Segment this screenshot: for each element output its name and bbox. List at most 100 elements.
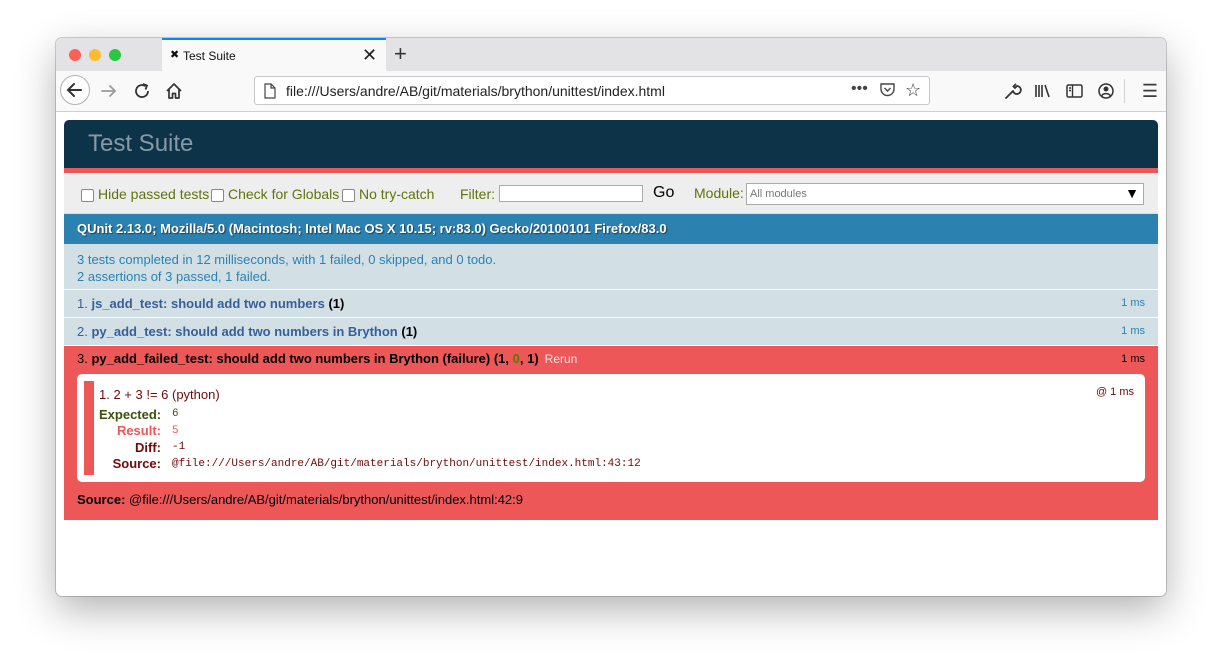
bookmark-star-icon[interactable]: ☆	[905, 80, 921, 101]
counts-separator: ,	[519, 351, 528, 366]
test-number: 2.	[77, 324, 92, 339]
page-icon	[264, 83, 276, 99]
diff-label: Diff:	[135, 439, 161, 455]
module-select[interactable]: All modules ▼	[746, 183, 1144, 205]
tab-title: Test Suite	[183, 49, 236, 63]
hide-passed-checkbox[interactable]	[81, 188, 94, 202]
go-button[interactable]: Go	[653, 184, 674, 202]
check-globals-label: Check for Globals	[228, 186, 340, 202]
failed-test-block: 3. py_add_failed_test: should add two nu…	[64, 346, 1158, 520]
minimize-window-button[interactable]	[89, 49, 101, 61]
counts-open: (	[490, 351, 499, 366]
hide-passed-toggle[interactable]: Hide passed tests	[81, 186, 209, 202]
home-icon	[166, 83, 182, 99]
no-try-catch-label: No try-catch	[359, 186, 435, 202]
page-actions-icon[interactable]: •••	[851, 80, 868, 98]
counts-separator: ,	[505, 351, 513, 366]
rerun-link[interactable]: Rerun	[423, 325, 456, 339]
module-label: Module:	[694, 185, 744, 201]
account-button[interactable]	[1094, 79, 1118, 103]
source-row: Source: @file:///Users/andre/AB/git/mate…	[99, 456, 641, 473]
reload-button[interactable]	[130, 79, 154, 103]
diff-value: -1	[172, 441, 186, 454]
no-try-catch-toggle[interactable]: No try-catch	[342, 186, 434, 202]
menu-icon[interactable]: ☰	[1138, 79, 1162, 103]
pocket-icon[interactable]	[879, 82, 896, 98]
test-number: 1.	[77, 296, 92, 311]
new-tab-button[interactable]: +	[394, 41, 407, 67]
expected-value: 6	[172, 408, 179, 421]
sidebar-icon	[1066, 84, 1083, 98]
tab-test-suite[interactable]: ✖ Test Suite ✕	[162, 38, 386, 71]
rerun-link[interactable]: Rerun	[350, 297, 383, 311]
test-runtime: 1 ms	[1121, 325, 1145, 337]
tab-favicon-icon: ✖	[170, 49, 180, 61]
user-agent-bar: QUnit 2.13.0; Mozilla/5.0 (Macintosh; In…	[64, 214, 1158, 244]
library-button[interactable]	[1031, 79, 1055, 103]
tab-close-icon[interactable]: ✕	[362, 45, 377, 66]
nav-bar: file:///Users/andre/AB/git/materials/bry…	[56, 71, 1166, 112]
filter-group: Filter:	[460, 185, 643, 202]
reload-icon	[135, 83, 149, 98]
back-arrow-icon	[66, 83, 82, 97]
account-icon	[1098, 83, 1114, 99]
tools-button[interactable]	[1000, 79, 1024, 103]
test-row[interactable]: 1. js_add_test: should add two numbers (…	[64, 290, 1158, 318]
qunit-toolbar: Hide passed tests Check for Globals No t…	[64, 173, 1158, 214]
diff-row: Diff: -1	[99, 439, 641, 456]
library-icon	[1035, 84, 1050, 98]
summary-tests-line: 3 tests completed in 12 milliseconds, wi…	[77, 252, 497, 267]
maximize-window-button[interactable]	[109, 49, 121, 61]
assertion-box: 1. 2 + 3 != 6 (python) @ 1 ms Expected: …	[77, 374, 1145, 482]
url-text[interactable]: file:///Users/andre/AB/git/materials/bry…	[286, 83, 665, 99]
page-title[interactable]: Test Suite	[88, 130, 193, 158]
url-bar[interactable]: file:///Users/andre/AB/git/materials/bry…	[254, 76, 930, 105]
dropdown-arrow-icon: ▼	[1125, 185, 1139, 201]
result-label: Result:	[116, 423, 161, 439]
test-module-name: py_add_failed_test	[91, 351, 209, 366]
filter-label: Filter:	[460, 185, 495, 202]
wrench-icon	[1005, 83, 1022, 99]
test-row[interactable]: 2. py_add_test: should add two numbers i…	[64, 318, 1158, 346]
test-source: Source: @file:///Users/andre/AB/git/mate…	[77, 482, 1145, 512]
test-name: should add two numbers in Brython	[175, 324, 398, 339]
check-globals-checkbox[interactable]	[211, 188, 224, 202]
test-name: should add two numbers in Brython (failu…	[216, 351, 491, 366]
forward-arrow-icon	[101, 85, 117, 97]
test-module-name: py_add_test	[91, 324, 168, 339]
browser-window: ✖ Test Suite ✕ + file:///Users/andre/AB/…	[56, 38, 1166, 596]
passed-count: 0	[512, 351, 520, 366]
test-runtime: 1 ms	[1121, 353, 1145, 365]
counts-close: )	[534, 351, 539, 366]
no-try-catch-checkbox[interactable]	[342, 188, 355, 202]
result-value: 5	[172, 424, 179, 437]
test-source-label: Source:	[77, 492, 126, 507]
assertion-runtime: @ 1 ms	[1095, 386, 1134, 398]
check-globals-toggle[interactable]: Check for Globals	[211, 186, 339, 202]
source-label: Source:	[112, 456, 161, 472]
test-separator: :	[163, 296, 171, 311]
expected-row: Expected: 6	[99, 406, 641, 423]
hide-passed-label: Hide passed tests	[98, 186, 210, 202]
test-source-value: @file:///Users/andre/AB/git/materials/br…	[125, 492, 524, 507]
tab-strip: ✖ Test Suite ✕ +	[56, 38, 1166, 71]
module-select-value: All modules	[750, 188, 807, 200]
result-row: Result: 5	[99, 423, 641, 440]
forward-button[interactable]	[97, 79, 121, 103]
test-runtime: 1 ms	[1121, 297, 1145, 309]
test-name: should add two numbers	[170, 296, 325, 311]
failed-test-header[interactable]: 3. py_add_failed_test: should add two nu…	[77, 346, 1145, 374]
close-window-button[interactable]	[69, 49, 81, 61]
assertion-details: Expected: 6 Result: 5 Diff: -1 Source: @…	[99, 406, 641, 472]
back-button[interactable]	[60, 75, 90, 105]
test-module-name: js_add_test	[91, 296, 164, 311]
rerun-link[interactable]: Rerun	[545, 352, 578, 366]
sidebar-button[interactable]	[1063, 79, 1087, 103]
test-counts: (1)	[328, 296, 345, 311]
test-number: 3.	[77, 351, 92, 366]
toolbar-divider	[1124, 79, 1125, 103]
home-button[interactable]	[162, 79, 186, 103]
expected-label: Expected:	[99, 406, 162, 422]
page-content: Test Suite Hide passed tests Check for G…	[64, 120, 1158, 520]
filter-input[interactable]	[499, 185, 643, 202]
